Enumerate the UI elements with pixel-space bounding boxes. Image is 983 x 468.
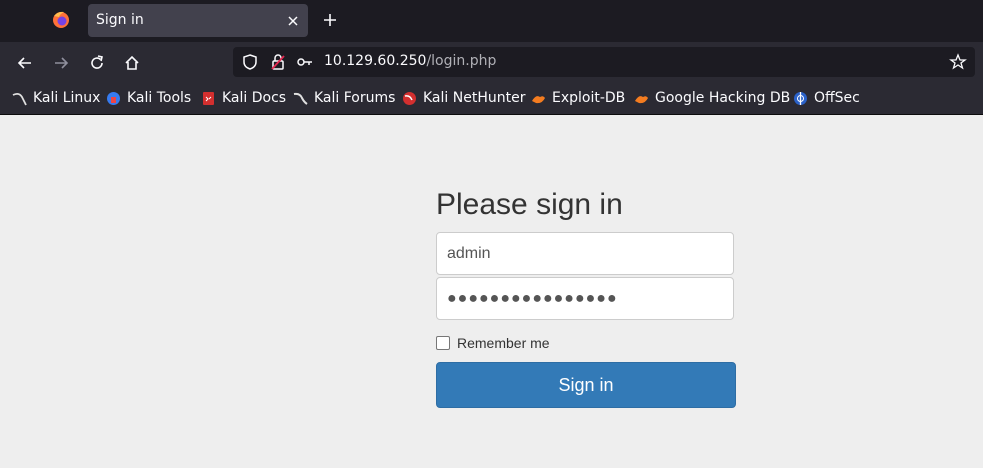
offsec-icon: [794, 91, 807, 105]
star-icon[interactable]: [949, 53, 967, 71]
url-host: 10.129.60.250: [324, 53, 427, 69]
new-tab-icon[interactable]: [322, 12, 338, 28]
navigation-toolbar: 10.129.60.250/login.php: [0, 42, 983, 82]
bookmark-kali-nethunter[interactable]: Kali NetHunter: [402, 89, 525, 107]
bookmark-kali-forums[interactable]: Kali Forums: [293, 89, 395, 107]
bookmark-kali-docs[interactable]: Kali Docs: [201, 89, 286, 107]
home-icon[interactable]: [123, 54, 141, 72]
bookmark-label: Kali Tools: [127, 90, 192, 106]
shield-icon[interactable]: [241, 53, 259, 71]
remember-me-checkbox[interactable]: [436, 336, 450, 350]
page-title: Please sign in: [436, 188, 623, 221]
kali-docs-icon: [203, 91, 214, 105]
sign-in-button[interactable]: Sign in: [436, 362, 736, 408]
url-path: /login.php: [426, 53, 497, 69]
exploit-db-icon: [532, 95, 545, 103]
bookmarks-toolbar: Kali Linux Kali Tools Kali Docs Kali For…: [0, 82, 983, 115]
bookmark-label: OffSec: [814, 90, 860, 106]
close-icon[interactable]: [286, 13, 300, 27]
back-arrow-icon[interactable]: [16, 54, 34, 72]
key-icon[interactable]: [296, 53, 314, 71]
bookmark-label: Google Hacking DB: [655, 90, 791, 106]
bookmark-kali-tools[interactable]: Kali Tools: [106, 89, 191, 107]
tab-strip: Sign in: [0, 0, 983, 42]
page-content: Please sign in Remember me Sign in: [0, 115, 983, 468]
kali-dragon-icon: [12, 92, 27, 105]
kali-forums-icon: [293, 92, 308, 105]
url-text[interactable]: 10.129.60.250/login.php: [324, 53, 496, 69]
bookmark-label: Kali NetHunter: [423, 90, 526, 106]
reload-icon[interactable]: [88, 54, 106, 72]
firefox-icon[interactable]: [50, 9, 72, 31]
username-input[interactable]: [436, 232, 734, 275]
url-bar[interactable]: 10.129.60.250/login.php: [233, 47, 975, 77]
insecure-lock-icon[interactable]: [269, 53, 287, 71]
remember-me-label[interactable]: Remember me: [457, 335, 550, 351]
bookmark-label: Kali Linux: [33, 90, 101, 106]
bookmark-label: Kali Forums: [314, 90, 396, 106]
forward-arrow-icon[interactable]: [52, 54, 70, 72]
kali-nethunter-icon: [403, 91, 416, 105]
bookmark-kali-linux[interactable]: Kali Linux: [12, 89, 100, 107]
bookmark-label: Exploit-DB: [552, 90, 626, 106]
bookmark-exploit-db[interactable]: Exploit-DB: [531, 89, 625, 107]
password-input[interactable]: [436, 277, 734, 320]
google-hacking-db-icon: [635, 95, 648, 103]
bookmark-offsec[interactable]: OffSec: [793, 89, 860, 107]
kali-tools-icon: [107, 91, 120, 105]
remember-me-row: Remember me: [436, 335, 550, 351]
tab-title: Sign in: [96, 12, 144, 28]
tab-sign-in[interactable]: Sign in: [88, 4, 308, 37]
bookmark-label: Kali Docs: [222, 90, 287, 106]
bookmark-google-hacking-db[interactable]: Google Hacking DB: [634, 89, 790, 107]
